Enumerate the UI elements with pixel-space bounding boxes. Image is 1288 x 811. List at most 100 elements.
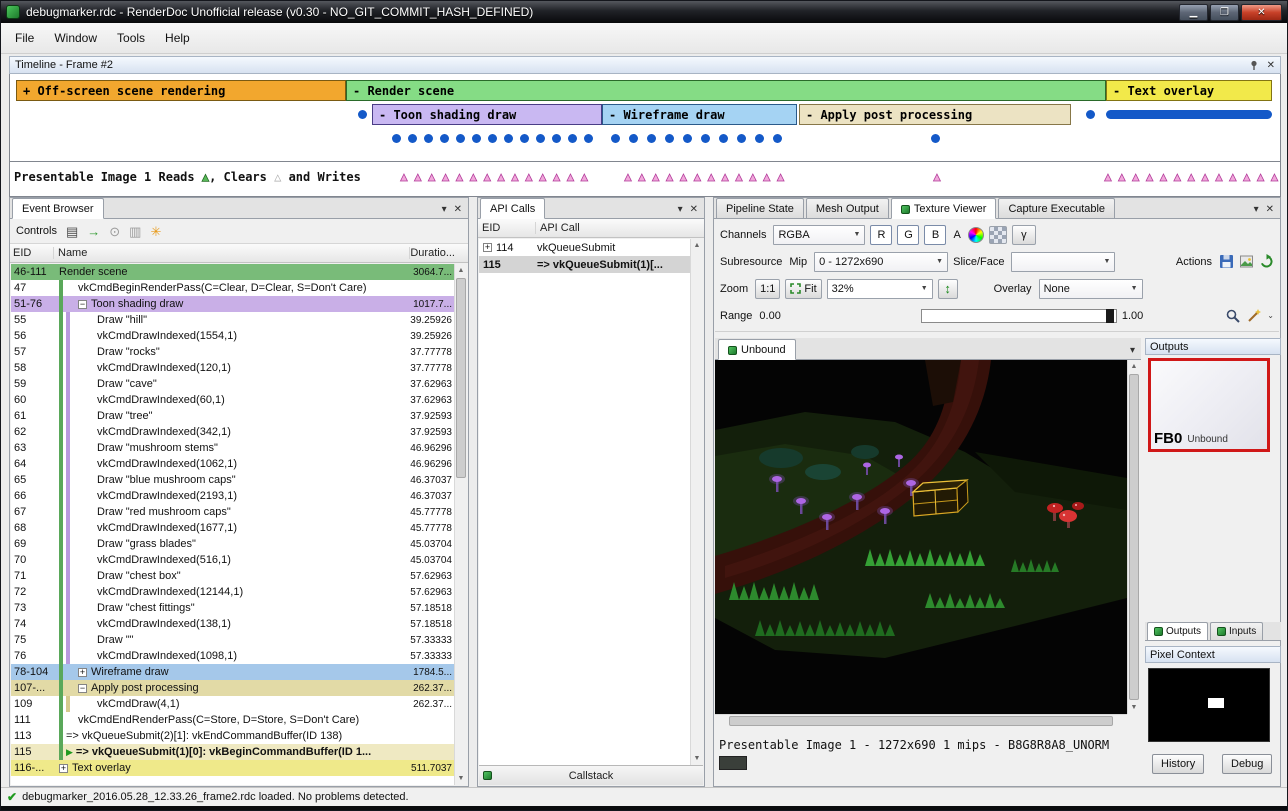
event-row-115[interactable]: 115▶=> vkQueueSubmit(1)[0]: vkBeginComma… xyxy=(11,744,454,760)
time-draws-icon[interactable]: ⊙ xyxy=(109,225,120,238)
zoom-range-icon[interactable] xyxy=(1225,308,1241,324)
draw-marker-dot[interactable] xyxy=(773,134,782,143)
expander-icon[interactable]: + xyxy=(59,764,68,773)
texture-viewer-close-icon[interactable]: ✕ xyxy=(1266,204,1274,215)
timeline-text-overlay-marker[interactable] xyxy=(1106,110,1272,119)
texture-horizontal-scrollbar[interactable] xyxy=(715,714,1127,727)
column-eid[interactable]: EID xyxy=(10,247,54,259)
draw-marker-dot[interactable] xyxy=(683,134,692,143)
draw-marker-dot[interactable] xyxy=(358,110,367,119)
minimize-button[interactable]: ▁ xyxy=(1179,4,1208,21)
event-row-62[interactable]: 62vkCmdDrawIndexed(342,1)37.92593 xyxy=(11,424,454,440)
bookmark-icon[interactable]: ✳ xyxy=(150,225,161,238)
mip-select[interactable]: 0 - 1272x690▼ xyxy=(814,252,948,272)
draw-marker-dot[interactable] xyxy=(536,134,545,143)
draw-marker-dot[interactable] xyxy=(629,134,638,143)
scroll-up-icon[interactable]: ▲ xyxy=(455,264,467,277)
event-row-75[interactable]: 75Draw ""57.33333 xyxy=(11,632,454,648)
event-row-65[interactable]: 65Draw "blue mushroom caps"46.37037 xyxy=(11,472,454,488)
event-row-109[interactable]: 109vkCmdDraw(4,1)262.37... xyxy=(11,696,454,712)
timeline-bar-render-scene[interactable]: - Render scene xyxy=(346,80,1106,101)
overlay-select[interactable]: None▼ xyxy=(1039,279,1143,299)
tab-api-calls[interactable]: API Calls xyxy=(480,198,545,219)
event-row-55[interactable]: 55Draw "hill"39.25926 xyxy=(11,312,454,328)
draw-marker-dot[interactable] xyxy=(647,134,656,143)
history-button[interactable]: History xyxy=(1152,754,1204,774)
event-row-63[interactable]: 63Draw "mushroom stems"46.96296 xyxy=(11,440,454,456)
api-calls-column-headers[interactable]: EID API Call xyxy=(478,219,704,238)
event-row-67[interactable]: 67Draw "red mushroom caps"45.77778 xyxy=(11,504,454,520)
draw-marker-dot[interactable] xyxy=(488,134,497,143)
texture-border-color-swatch[interactable] xyxy=(719,756,747,770)
event-browser-scrollbar[interactable]: ▲ ▼ xyxy=(454,264,467,785)
draw-marker-dot[interactable] xyxy=(408,134,417,143)
draw-marker-dot[interactable] xyxy=(755,134,764,143)
scroll-down-icon[interactable]: ▼ xyxy=(455,772,467,785)
scrollbar-thumb[interactable] xyxy=(456,278,466,478)
checkerboard-background-icon[interactable] xyxy=(989,226,1007,244)
menu-tools[interactable]: Tools xyxy=(107,27,155,49)
event-row-66[interactable]: 66vkCmdDrawIndexed(2193,1)46.37037 xyxy=(11,488,454,504)
expander-icon[interactable]: − xyxy=(78,300,87,309)
tab-event-browser[interactable]: Event Browser xyxy=(12,198,104,219)
event-browser-close-icon[interactable]: ✕ xyxy=(454,204,462,215)
scrollbar-thumb[interactable] xyxy=(729,716,1113,726)
stats-icon[interactable]: ▥ xyxy=(129,225,141,238)
range-slider-handle[interactable] xyxy=(1106,309,1114,323)
event-row-60[interactable]: 60vkCmdDrawIndexed(60,1)37.62963 xyxy=(11,392,454,408)
draw-marker-dot[interactable] xyxy=(931,134,940,143)
texture-list-dropdown-icon[interactable]: ▾ xyxy=(1130,345,1135,356)
range-options-icon[interactable]: ⌄ xyxy=(1267,311,1274,320)
draw-marker-dot[interactable] xyxy=(568,134,577,143)
scroll-down-icon[interactable]: ▼ xyxy=(1128,701,1140,714)
texture-vertical-scrollbar[interactable]: ▲ ▼ xyxy=(1127,360,1140,714)
draw-marker-dot[interactable] xyxy=(719,134,728,143)
slice-face-select[interactable]: ▼ xyxy=(1011,252,1115,272)
event-row-73[interactable]: 73Draw "chest fittings"57.18518 xyxy=(11,600,454,616)
scroll-down-icon[interactable]: ▼ xyxy=(691,752,703,765)
event-row-78-104[interactable]: 78-104+Wireframe draw1784.5... xyxy=(11,664,454,680)
timeline-bar-wireframe[interactable]: - Wireframe draw xyxy=(602,104,797,125)
tab-capture-executable[interactable]: Capture Executable xyxy=(998,198,1115,218)
maximize-button[interactable]: ❐ xyxy=(1210,4,1239,21)
timeline-close-icon[interactable]: ✕ xyxy=(1267,60,1275,71)
draw-marker-dot[interactable] xyxy=(701,134,710,143)
channels-select[interactable]: RGBA▼ xyxy=(773,225,865,245)
channel-red-button[interactable]: R xyxy=(870,225,892,245)
channel-green-button[interactable]: G xyxy=(897,225,919,245)
event-row-76[interactable]: 76vkCmdDrawIndexed(1098,1)57.33333 xyxy=(11,648,454,664)
menu-window[interactable]: Window xyxy=(44,27,107,49)
draw-marker-dot[interactable] xyxy=(665,134,674,143)
pin-icon[interactable] xyxy=(1249,60,1259,70)
range-slider[interactable] xyxy=(921,309,1117,323)
tab-inputs[interactable]: Inputs xyxy=(1210,622,1263,640)
timeline-bar-offscreen[interactable]: + Off-screen scene rendering xyxy=(16,80,346,101)
event-row-47[interactable]: 47vkCmdBeginRenderPass(C=Clear, D=Clear,… xyxy=(11,280,454,296)
event-row-59[interactable]: 59Draw "cave"37.62963 xyxy=(11,376,454,392)
event-row-56[interactable]: 56vkCmdDrawIndexed(1554,1)39.25926 xyxy=(11,328,454,344)
event-row-68[interactable]: 68vkCmdDrawIndexed(1677,1)45.77778 xyxy=(11,520,454,536)
draw-marker-dot[interactable] xyxy=(737,134,746,143)
event-row-113[interactable]: 113=> vkQueueSubmit(2)[1]: vkEndCommandB… xyxy=(11,728,454,744)
write-marker-triangles[interactable]: ▲▲▲▲▲▲▲▲▲▲▲▲ xyxy=(622,170,789,184)
scroll-up-icon[interactable]: ▲ xyxy=(1128,360,1140,373)
timeline-bar-post[interactable]: - Apply post processing xyxy=(799,104,1071,125)
event-row-71[interactable]: 71Draw "chest box"57.62963 xyxy=(11,568,454,584)
column-duration[interactable]: Duratio... xyxy=(410,247,468,259)
fb0-thumbnail[interactable]: FB0 Unbound xyxy=(1148,358,1270,452)
api-call-row-115[interactable]: 115=> vkQueueSubmit(1)[... xyxy=(479,256,690,273)
expander-icon[interactable]: + xyxy=(483,243,492,252)
event-row-72[interactable]: 72vkCmdDrawIndexed(12144,1)57.62963 xyxy=(11,584,454,600)
flip-y-button[interactable]: ↕ xyxy=(938,279,958,299)
write-marker-triangles[interactable]: ▲▲▲▲▲▲▲▲▲▲▲▲▲▲ xyxy=(398,170,592,184)
column-eid[interactable]: EID xyxy=(478,222,536,234)
expander-icon[interactable]: − xyxy=(78,684,87,693)
draw-marker-dot[interactable] xyxy=(392,134,401,143)
zoom-level-combo[interactable]: 32%▼ xyxy=(827,279,933,299)
draw-marker-dot[interactable] xyxy=(584,134,593,143)
event-row-57[interactable]: 57Draw "rocks"37.77778 xyxy=(11,344,454,360)
save-icon[interactable] xyxy=(1219,254,1234,269)
autofit-wand-icon[interactable] xyxy=(1246,308,1262,324)
api-calls-menu-icon[interactable]: ▾ xyxy=(678,204,683,215)
expander-icon[interactable]: + xyxy=(78,668,87,677)
